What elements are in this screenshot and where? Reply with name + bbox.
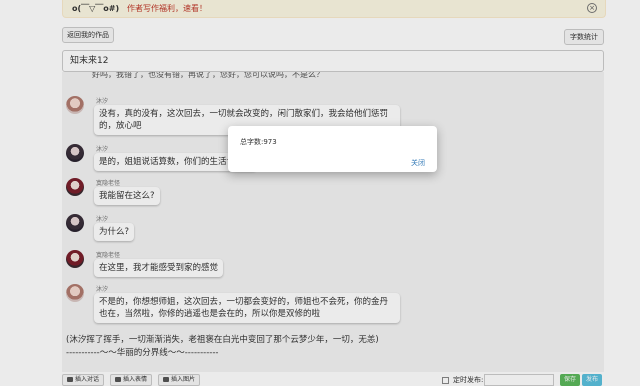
- dialog-close-button[interactable]: 关闭: [411, 158, 425, 168]
- word-count-text: 总字数:973: [240, 138, 277, 146]
- word-count-dialog: 总字数:973 关闭: [228, 126, 437, 172]
- modal-backdrop[interactable]: [0, 0, 640, 386]
